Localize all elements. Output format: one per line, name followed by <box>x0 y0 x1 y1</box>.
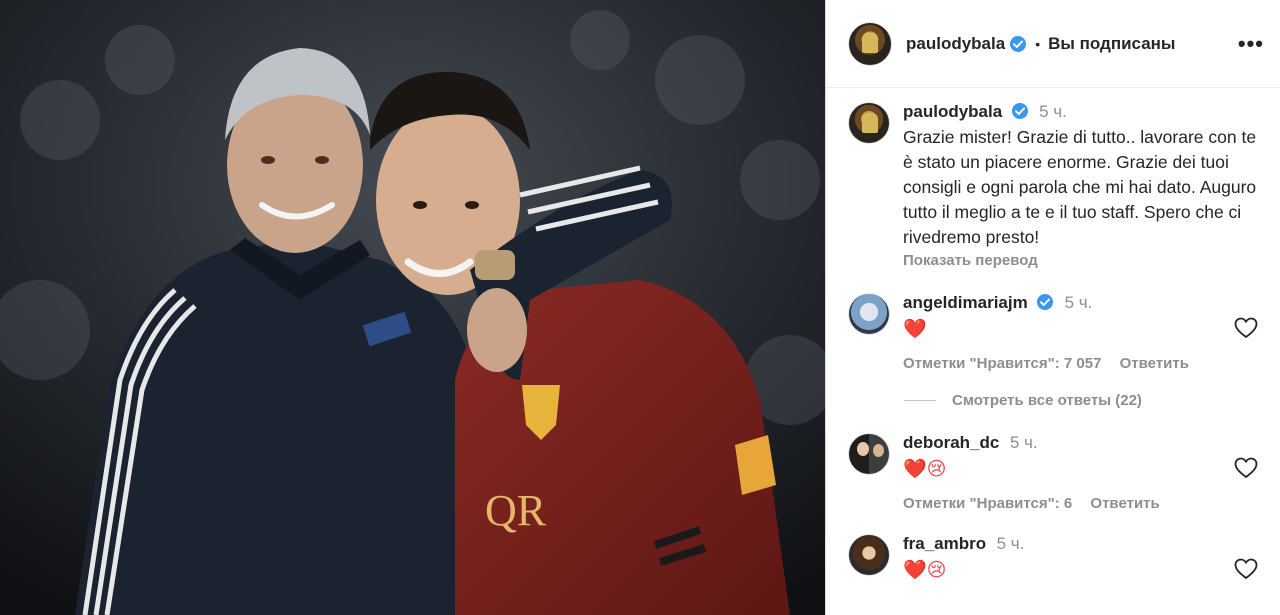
jersey-sponsor: QR <box>485 486 547 535</box>
comment-text: ❤️😢 <box>903 560 947 581</box>
comment-item: angeldimariajm 5 ч. ❤️ Отметки "Нравится… <box>848 293 1264 372</box>
heart-outline-icon[interactable] <box>1234 317 1258 339</box>
comment-username[interactable]: angeldimariajm <box>903 293 1028 312</box>
caption-username[interactable]: paulodybala <box>903 102 1002 121</box>
reply-button[interactable]: Ответить <box>1120 355 1189 372</box>
comments-list: paulodybala 5 ч. Grazie mister! Grazie d… <box>826 88 1280 582</box>
comment-username[interactable]: fra_ambro <box>903 534 986 553</box>
comment-item: deborah_dc 5 ч. ❤️😢 Отметки "Нравится": … <box>848 433 1264 512</box>
show-translation-link[interactable]: Показать перевод <box>903 252 1264 269</box>
view-replies-button[interactable]: Смотреть все ответы (22) <box>904 392 1264 409</box>
comment-time[interactable]: 5 ч. <box>997 534 1025 553</box>
caption-time[interactable]: 5 ч. <box>1039 102 1067 121</box>
photo-illustration: QR <box>0 0 825 615</box>
post-photo[interactable]: QR <box>0 0 825 615</box>
author-username[interactable]: paulodybala <box>906 34 1005 54</box>
caption-comment: paulodybala 5 ч. Grazie mister! Grazie d… <box>848 102 1264 269</box>
post-header: paulodybala • Вы подписаны ••• <box>826 0 1280 88</box>
verified-badge-icon <box>1010 35 1027 52</box>
more-options-icon[interactable]: ••• <box>1238 32 1264 55</box>
comment-likes[interactable]: Отметки "Нравится": 7 057 <box>903 355 1101 372</box>
comment-time[interactable]: 5 ч. <box>1010 433 1038 452</box>
reply-button[interactable]: Ответить <box>1090 495 1159 512</box>
comment-text: ❤️😢 <box>903 459 947 480</box>
comment-time[interactable]: 5 ч. <box>1065 293 1093 312</box>
comment-username[interactable]: deborah_dc <box>903 433 999 452</box>
heart-outline-icon[interactable] <box>1234 558 1258 580</box>
view-replies-label: Смотреть все ответы (22) <box>952 392 1142 409</box>
separator-dot: • <box>1035 35 1041 52</box>
verified-badge-icon <box>1037 294 1054 310</box>
wrist-watch <box>475 250 515 280</box>
comment-item: fra_ambro 5 ч. ❤️😢 <box>848 534 1264 582</box>
post-side-panel: paulodybala • Вы подписаны ••• paulodyba… <box>825 0 1280 615</box>
replies-divider <box>904 400 936 401</box>
following-button[interactable]: Вы подписаны <box>1048 34 1175 54</box>
commenter-avatar[interactable] <box>848 433 890 475</box>
verified-badge-icon <box>1011 103 1028 119</box>
caption-author-avatar[interactable] <box>848 102 890 144</box>
commenter-avatar[interactable] <box>848 534 890 576</box>
heart-outline-icon[interactable] <box>1234 457 1258 479</box>
author-avatar[interactable] <box>848 21 892 66</box>
comment-text: ❤️ <box>903 319 927 340</box>
comment-likes[interactable]: Отметки "Нравится": 6 <box>903 495 1072 512</box>
caption-text: Grazie mister! Grazie di tutto.. lavorar… <box>903 127 1257 247</box>
commenter-avatar[interactable] <box>848 293 890 335</box>
